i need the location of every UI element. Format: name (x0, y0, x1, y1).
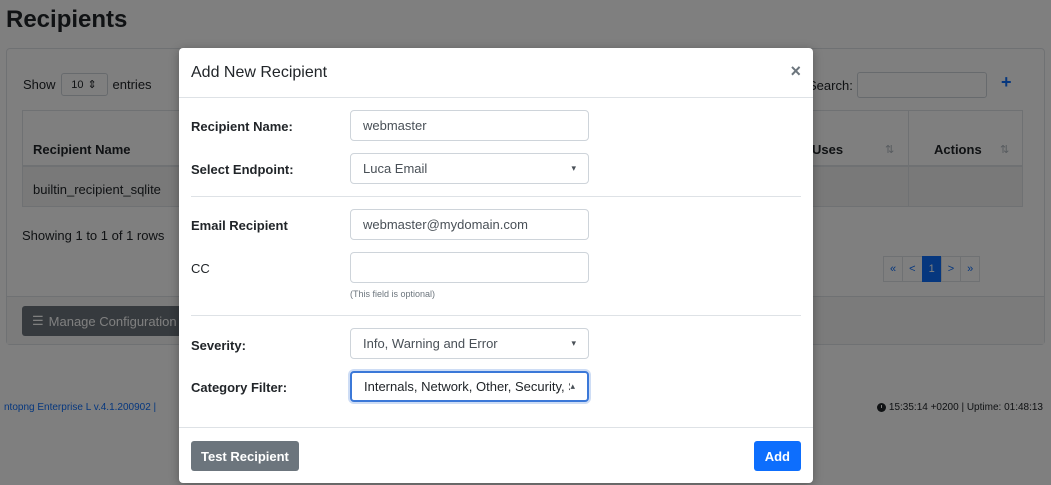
chevron-down-icon: ▾ (571, 163, 576, 173)
modal-title: Add New Recipient (191, 64, 328, 81)
email-recipient-input[interactable]: webmaster@mydomain.com (350, 209, 589, 240)
endpoint-label: Select Endpoint: (191, 162, 294, 177)
test-recipient-button[interactable]: Test Recipient (191, 441, 299, 471)
divider (191, 315, 801, 316)
severity-label: Severity: (191, 338, 246, 353)
chevron-up-icon: ▴ (570, 381, 575, 391)
category-filter-select[interactable]: Internals, Network, Other, Security, S ▴ (350, 371, 589, 402)
add-recipient-modal: Add New Recipient × Recipient Name: webm… (179, 48, 813, 483)
chevron-down-icon: ▾ (571, 338, 576, 348)
cc-hint: (This field is optional) (350, 289, 436, 299)
endpoint-select[interactable]: Luca Email ▾ (350, 153, 589, 184)
email-recipient-label: Email Recipient (191, 218, 288, 233)
modal-header: Add New Recipient × (179, 48, 813, 98)
add-button[interactable]: Add (753, 441, 801, 471)
severity-select[interactable]: Info, Warning and Error ▾ (350, 328, 589, 359)
close-icon[interactable]: × (790, 61, 801, 81)
cc-label: CC (191, 261, 210, 276)
divider (191, 196, 801, 197)
recipient-name-input[interactable]: webmaster (350, 110, 589, 141)
recipient-name-label: Recipient Name: (191, 119, 293, 134)
modal-footer: Test Recipient Add (179, 427, 813, 483)
category-filter-label: Category Filter: (191, 380, 288, 395)
cc-input[interactable] (350, 252, 589, 283)
